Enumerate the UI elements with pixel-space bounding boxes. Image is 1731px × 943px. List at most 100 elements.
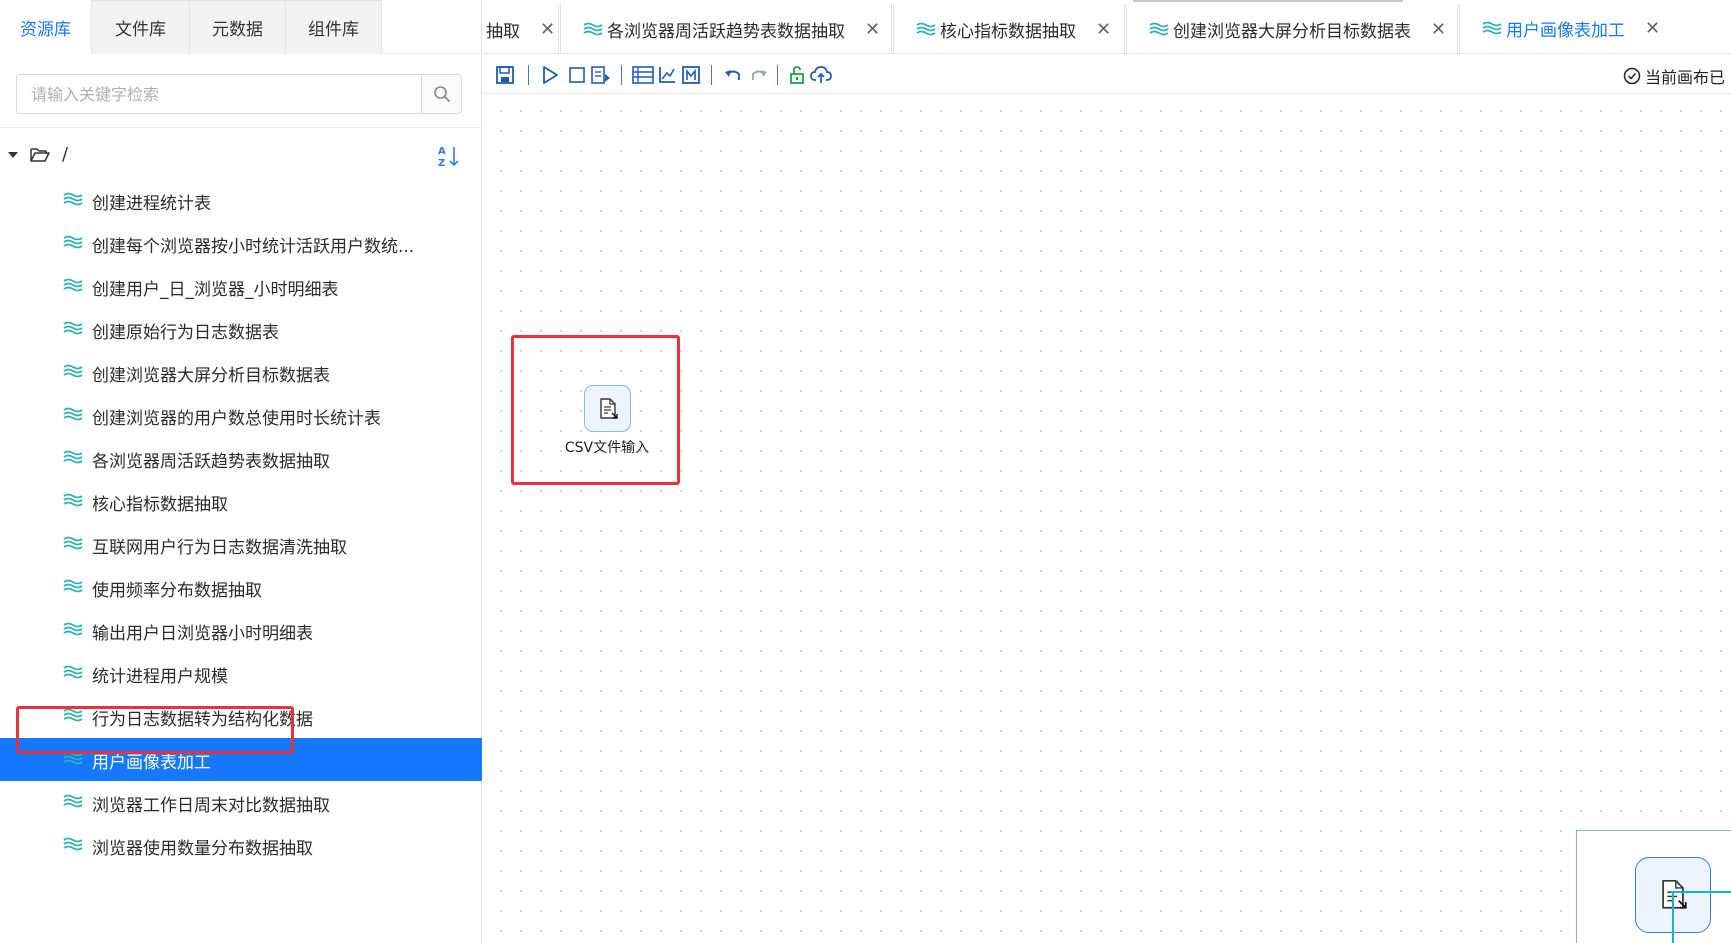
metrics-button[interactable] [679,63,703,87]
search-button[interactable] [421,75,461,113]
layers-icon [63,665,83,679]
layers-icon-wrap [63,836,83,856]
tree-item[interactable]: 各浏览器周活跃趋势表数据抽取 [0,437,482,480]
layers-icon [916,22,936,36]
layers-icon [63,364,83,378]
tab-component-library[interactable]: 组件库 [286,0,382,54]
layers-icon-wrap [63,449,83,469]
tree-item-label: 创建进程统计表 [92,194,211,214]
tree-item[interactable]: 创建进程统计表 [0,179,482,222]
tab-resource-library[interactable]: 资源库 [0,0,92,54]
tree-item[interactable]: 核心指标数据抽取 [0,480,482,523]
close-icon[interactable]: ✕ [1431,19,1446,40]
node-label: CSV文件输入 [564,440,650,456]
tree-item-label: 创建浏览器的用户数总使用时长统计表 [92,409,381,429]
toolbar-separator [777,65,778,85]
layers-icon-wrap [63,363,83,383]
tree-item[interactable]: 浏览器工作日周末对比数据抽取 [0,781,482,824]
doc-tab-2[interactable]: 各浏览器周活跃趋势表数据抽取 ✕ [560,4,892,53]
doc-tab-1[interactable]: 抽取 ✕ [483,4,559,53]
divider [0,127,482,128]
doc-tab-label: 各浏览器周活跃趋势表数据抽取 [607,21,845,42]
doc-tab-active[interactable]: 用户画像表加工 ✕ [1459,4,1731,53]
cloud-upload-icon [810,66,832,83]
tree-item[interactable]: 创建原始行为日志数据表 [0,308,482,351]
check-circle-icon [1623,67,1641,85]
run-settings-button[interactable] [589,63,613,87]
tree-item[interactable]: 创建浏览器大屏分析目标数据表 [0,351,482,394]
save-button[interactable] [493,63,517,87]
design-canvas[interactable]: CSV文件输入 [483,95,1731,943]
tree-item-label: 创建浏览器大屏分析目标数据表 [92,366,330,386]
tree-item-label: 各浏览器周活跃趋势表数据抽取 [92,452,330,472]
document-tabbar: 抽取 ✕ 各浏览器周活跃趋势表数据抽取 ✕ 核心指标数据抽取 ✕ 创建浏览器大屏… [483,0,1731,54]
redo-icon [752,70,767,80]
run-button[interactable] [538,63,562,87]
layers-icon [63,407,83,421]
layers-icon-wrap [63,234,83,254]
doc-tab-label: 核心指标数据抽取 [940,21,1076,42]
tree-item[interactable]: 使用频率分布数据抽取 [0,566,482,609]
csv-file-icon [599,397,618,419]
lock-button[interactable] [785,63,809,87]
caret-down-icon[interactable] [8,152,18,158]
layers-icon-wrap [63,277,83,297]
tree-item[interactable]: 用户画像表加工 [0,738,482,781]
layers-icon [63,622,83,636]
tree-item[interactable]: 创建用户_日_浏览器_小时明细表 [0,265,482,308]
tab-metadata[interactable]: 元数据 [190,0,286,54]
tabbar-scroll-indicator [1133,0,1403,2]
layers-icon [63,493,83,507]
close-icon[interactable]: ✕ [865,19,880,40]
align-button[interactable] [631,63,655,87]
tree-item[interactable]: 输出用户日浏览器小时明细表 [0,609,482,652]
redo-button[interactable] [747,63,771,87]
close-icon[interactable]: ✕ [540,19,555,40]
csv-input-node[interactable]: CSV文件输入 [545,385,665,465]
layers-icon-wrap [63,406,83,426]
canvas-save-status: 当前画布已 [1623,64,1725,88]
doc-tab-label: 用户画像表加工 [1506,20,1625,41]
search-input[interactable] [17,75,421,113]
tab-file-library[interactable]: 文件库 [92,0,190,54]
undo-icon [725,70,740,80]
play-icon [543,66,558,84]
tree-item-label: 浏览器使用数量分布数据抽取 [92,839,313,859]
close-icon[interactable]: ✕ [1096,19,1111,40]
resource-panel: 资源库 文件库 元数据 组件库 / A Z [0,0,482,943]
run-config-icon [591,66,610,84]
toolbar-separator [621,65,622,85]
upload-button[interactable] [809,63,833,87]
doc-tab-4[interactable]: 创建浏览器大屏分析目标数据表 ✕ [1126,4,1458,53]
canvas-minimap[interactable] [1576,830,1731,943]
chart-button[interactable] [655,63,679,87]
layers-icon [63,321,83,335]
tree-root-label: / [62,144,69,165]
stop-button[interactable] [565,63,589,87]
library-tabs: 资源库 文件库 元数据 组件库 [0,0,482,54]
tree-root[interactable]: / A Z [0,142,482,170]
layers-icon [63,192,83,206]
save-icon [496,66,514,84]
doc-tab-3[interactable]: 核心指标数据抽取 ✕ [893,4,1125,53]
tree-item-label: 创建原始行为日志数据表 [92,323,279,343]
tree-item[interactable]: 行为日志数据转为结构化数据 [0,695,482,738]
tree-item-label: 互联网用户行为日志数据清洗抽取 [92,538,347,558]
tree-item[interactable]: 统计进程用户规模 [0,652,482,695]
editor-area: 抽取 ✕ 各浏览器周活跃趋势表数据抽取 ✕ 核心指标数据抽取 ✕ 创建浏览器大屏… [483,0,1731,943]
tree-item[interactable]: 创建浏览器的用户数总使用时长统计表 [0,394,482,437]
close-icon[interactable]: ✕ [1645,18,1660,39]
svg-text:A: A [438,146,446,157]
layers-icon [1149,22,1169,36]
tree-item[interactable]: 创建每个浏览器按小时统计活跃用户数统... [0,222,482,265]
layers-icon [63,278,83,292]
sort-az-icon[interactable]: A Z [438,144,460,168]
layers-icon [63,450,83,464]
undo-button[interactable] [721,63,745,87]
layers-icon-wrap [63,664,83,684]
tree-item[interactable]: 浏览器使用数量分布数据抽取 [0,824,482,867]
tree-item[interactable]: 互联网用户行为日志数据清洗抽取 [0,523,482,566]
layers-icon [583,22,603,36]
doc-tab-label: 抽取 [486,21,520,42]
layers-icon-wrap [63,535,83,555]
